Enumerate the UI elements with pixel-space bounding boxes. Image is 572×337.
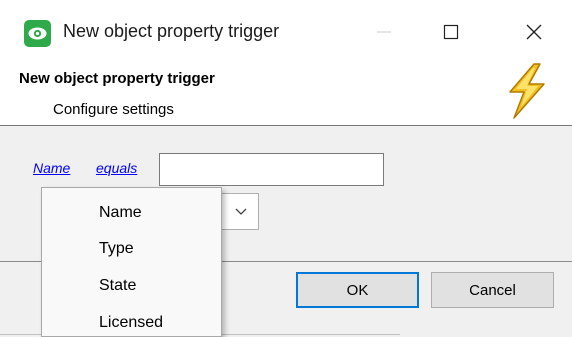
cancel-button[interactable]: Cancel — [431, 272, 554, 308]
minimize-button[interactable] — [358, 12, 410, 52]
dialog-window: New object property trigger New object p… — [0, 0, 572, 337]
header-title: New object property trigger — [19, 70, 215, 87]
window-title: New object property trigger — [63, 21, 280, 41]
dialog-header: New object property trigger Configure se… — [0, 60, 572, 126]
close-button[interactable] — [508, 12, 560, 52]
dropdown-item-state[interactable]: State — [99, 277, 136, 295]
dropdown-item-name[interactable]: Name — [99, 204, 142, 222]
property-link[interactable]: Name — [33, 160, 70, 176]
ok-button[interactable]: OK — [296, 272, 419, 308]
title-bar: New object property trigger — [0, 0, 572, 60]
property-dropdown-list: Name Type State Licensed — [41, 187, 222, 337]
close-icon — [526, 24, 542, 40]
combo-dropdown-button[interactable] — [229, 200, 253, 224]
minimize-icon — [377, 31, 391, 33]
operator-link[interactable]: equals — [96, 160, 137, 176]
dropdown-item-licensed[interactable]: Licensed — [99, 314, 163, 332]
eye-app-icon — [24, 20, 51, 47]
value-input[interactable] — [159, 153, 384, 186]
lightning-icon — [509, 63, 545, 119]
header-subtitle: Configure settings — [53, 101, 174, 118]
chevron-down-icon — [235, 208, 247, 215]
maximize-button[interactable] — [425, 12, 477, 52]
dropdown-item-type[interactable]: Type — [99, 240, 134, 258]
maximize-icon — [443, 24, 459, 40]
